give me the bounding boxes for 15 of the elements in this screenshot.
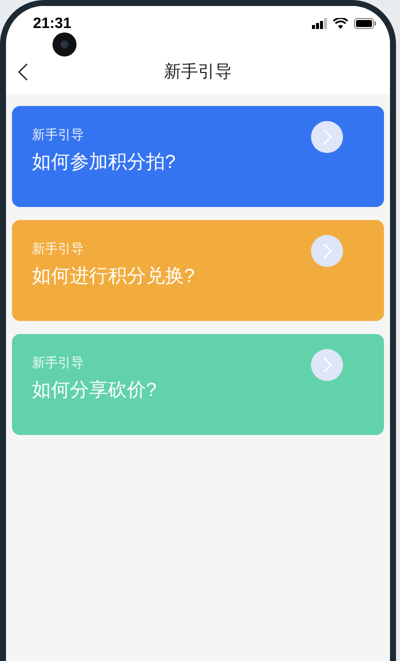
card-question: 如何分享砍价? xyxy=(32,379,157,403)
page-title: 新手引导 xyxy=(164,61,232,84)
wifi-icon xyxy=(333,18,348,29)
card-label: 新手引导 xyxy=(32,126,84,144)
card-label: 新手引导 xyxy=(32,354,84,372)
guide-card[interactable]: 新手引导 如何参加积分拍? xyxy=(12,106,384,207)
battery-icon xyxy=(354,18,376,29)
card-question: 如何进行积分兑换? xyxy=(32,265,195,289)
signal-icon xyxy=(312,18,327,29)
camera-icon xyxy=(52,32,77,57)
guide-card[interactable]: 新手引导 如何进行积分兑换? xyxy=(12,220,384,321)
card-question: 如何参加积分拍? xyxy=(32,151,176,175)
guide-card[interactable]: 新手引导 如何分享砍价? xyxy=(12,334,384,435)
card-label: 新手引导 xyxy=(32,240,84,258)
status-time: 21:31 xyxy=(33,15,72,33)
